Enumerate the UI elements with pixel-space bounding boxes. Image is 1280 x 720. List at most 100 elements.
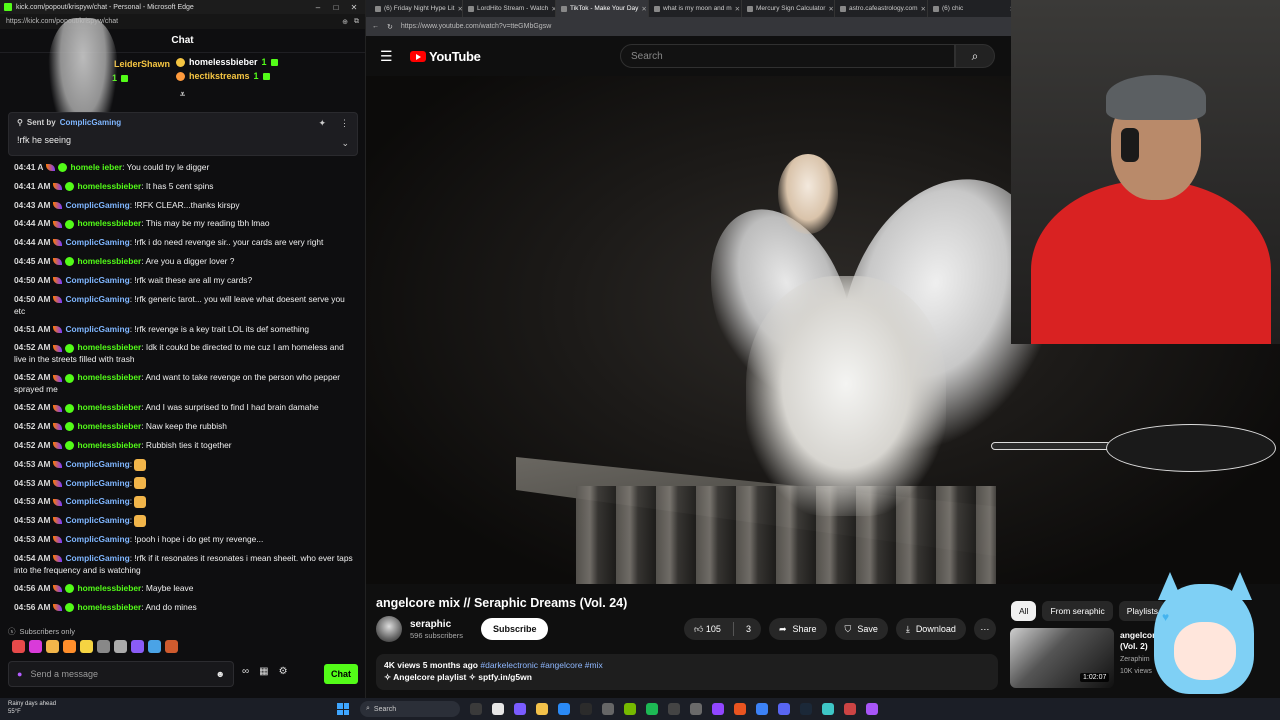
emote-icon[interactable]: [46, 640, 59, 653]
start-button[interactable]: [337, 703, 349, 715]
pinned-message[interactable]: ⚲ Sent by ComplicGaming !rfk he seeing ✦…: [8, 112, 358, 156]
reload-icon[interactable]: ↻: [387, 23, 393, 31]
channel-name[interactable]: seraphic: [410, 619, 463, 630]
subscribe-button[interactable]: Subscribe: [480, 618, 549, 640]
mic-icon[interactable]: ●: [17, 669, 22, 679]
app-icon[interactable]: [866, 703, 878, 715]
emote-icon[interactable]: [165, 640, 178, 653]
message-username[interactable]: ComplicGaming: [65, 324, 129, 334]
browser-tab[interactable]: LordHito Stream - Watch✕: [463, 0, 556, 17]
app-icon[interactable]: [602, 703, 614, 715]
message-username[interactable]: homelessbieber: [77, 256, 141, 266]
app-icon[interactable]: [492, 703, 504, 715]
message-username[interactable]: ComplicGaming: [65, 553, 129, 563]
chevron-down-icon[interactable]: ⌄: [341, 138, 349, 149]
zoom-icon[interactable]: ⊕: [342, 18, 348, 26]
message-username[interactable]: homelessbieber: [77, 342, 141, 352]
browser-tab[interactable]: Mercury Sign Calculator ✕: [742, 0, 835, 17]
message-username[interactable]: ComplicGaming: [65, 294, 129, 304]
message-username[interactable]: ComplicGaming: [65, 237, 129, 247]
taskbar-search[interactable]: ⌕ Search: [360, 701, 460, 717]
chevron-down-icon[interactable]: ⩡: [180, 89, 185, 100]
message-username[interactable]: ComplicGaming: [65, 515, 129, 525]
emote-icon[interactable]: [29, 640, 42, 653]
app-icon[interactable]: [756, 703, 768, 715]
search-input[interactable]: [631, 50, 954, 62]
app-icon[interactable]: [470, 703, 482, 715]
gifter-name[interactable]: hectikstreams: [189, 71, 250, 81]
message-username[interactable]: ComplicGaming: [65, 496, 129, 506]
emote-icon[interactable]: [148, 640, 161, 653]
send-chat-button[interactable]: Chat: [324, 664, 358, 684]
message-username[interactable]: ComplicGaming: [65, 478, 129, 488]
gifter-item[interactable]: homelessbieber 1: [176, 57, 278, 67]
chip-from-channel[interactable]: From seraphic: [1042, 601, 1113, 621]
app-icon[interactable]: [668, 703, 680, 715]
pinned-user[interactable]: ComplicGaming: [60, 118, 121, 127]
dislike-button[interactable]: 3: [746, 624, 751, 634]
share-button[interactable]: ➦ Share: [768, 618, 827, 640]
gear-icon[interactable]: ⚙: [279, 666, 288, 677]
description-box[interactable]: 4K views 5 months ago #darkelectronic #a…: [376, 654, 998, 690]
close-tab-icon[interactable]: ✕: [735, 5, 740, 13]
message-username[interactable]: homelessbieber: [77, 583, 141, 593]
emote-icon[interactable]: [131, 640, 144, 653]
app-icon[interactable]: [580, 703, 592, 715]
emote-icon[interactable]: [63, 640, 76, 653]
gifter-item[interactable]: LeiderShawn: [114, 59, 170, 69]
message-username[interactable]: ComplicGaming: [65, 200, 129, 210]
chat-message-input[interactable]: [30, 669, 208, 679]
gifter-item[interactable]: hectikstreams 1: [176, 71, 270, 81]
unpin-icon[interactable]: ✦: [318, 118, 326, 129]
message-username[interactable]: homelessbieber: [77, 421, 141, 431]
app-icon[interactable]: [514, 703, 526, 715]
discord-icon[interactable]: [778, 703, 790, 715]
message-username[interactable]: ComplicGaming: [65, 275, 129, 285]
hashtags[interactable]: #darkelectronic #angelcore #mix: [480, 660, 602, 670]
folder-icon[interactable]: [536, 703, 548, 715]
emote-icon[interactable]: [114, 640, 127, 653]
edge-icon[interactable]: [558, 703, 570, 715]
app-icon[interactable]: [844, 703, 856, 715]
app-icon[interactable]: [624, 703, 636, 715]
message-username[interactable]: homelessbieber: [77, 440, 141, 450]
close-tab-icon[interactable]: ✕: [641, 5, 646, 13]
more-options-icon[interactable]: ⋮: [340, 118, 349, 129]
emote-icon[interactable]: [80, 640, 93, 653]
search-button[interactable]: ⌕: [955, 44, 995, 68]
save-button[interactable]: ⛉ Save: [834, 618, 888, 640]
youtube-search-box[interactable]: [620, 44, 955, 68]
store-icon[interactable]: ▦: [259, 666, 268, 677]
browser-tab[interactable]: TikTok - Make Your Day ✕: [556, 0, 649, 17]
emote-icon[interactable]: [97, 640, 110, 653]
close-tab-icon[interactable]: ✕: [828, 5, 833, 13]
message-username[interactable]: ComplicGaming: [65, 534, 129, 544]
browser-tab[interactable]: (6) Friday Night Hype Lit ✕: [370, 0, 463, 17]
close-icon[interactable]: ✕: [347, 3, 361, 12]
message-username[interactable]: homele ieber: [70, 162, 122, 172]
popout-icon[interactable]: ⧉: [354, 18, 359, 26]
app-icon[interactable]: [690, 703, 702, 715]
youtube-logo[interactable]: YouTube: [410, 49, 481, 64]
message-username[interactable]: homelessbieber: [77, 602, 141, 612]
message-username[interactable]: homelessbieber: [77, 218, 141, 228]
message-username[interactable]: homelessbieber: [77, 181, 141, 191]
app-icon[interactable]: [822, 703, 834, 715]
minimize-icon[interactable]: –: [311, 3, 325, 12]
points-icon[interactable]: ∞: [242, 666, 249, 677]
back-icon[interactable]: ←: [372, 23, 379, 30]
browser-tab[interactable]: (6) chic✕: [928, 0, 1021, 17]
spotify-icon[interactable]: [646, 703, 658, 715]
like-button[interactable]: 👍︎ 105: [694, 624, 721, 635]
emote-icon[interactable]: [12, 640, 25, 653]
chat-input-box[interactable]: ● ☻: [8, 661, 234, 687]
steam-icon[interactable]: [800, 703, 812, 715]
message-username[interactable]: ComplicGaming: [65, 459, 129, 469]
browser-tab[interactable]: astro.cafeastrology.com ✕: [835, 0, 928, 17]
app-icon[interactable]: [712, 703, 724, 715]
channel-avatar[interactable]: [376, 616, 402, 642]
weather-widget[interactable]: Rainy days ahead 55°F: [8, 700, 56, 716]
message-username[interactable]: homelessbieber: [77, 402, 141, 412]
close-tab-icon[interactable]: ✕: [921, 5, 926, 13]
app-icon[interactable]: [734, 703, 746, 715]
